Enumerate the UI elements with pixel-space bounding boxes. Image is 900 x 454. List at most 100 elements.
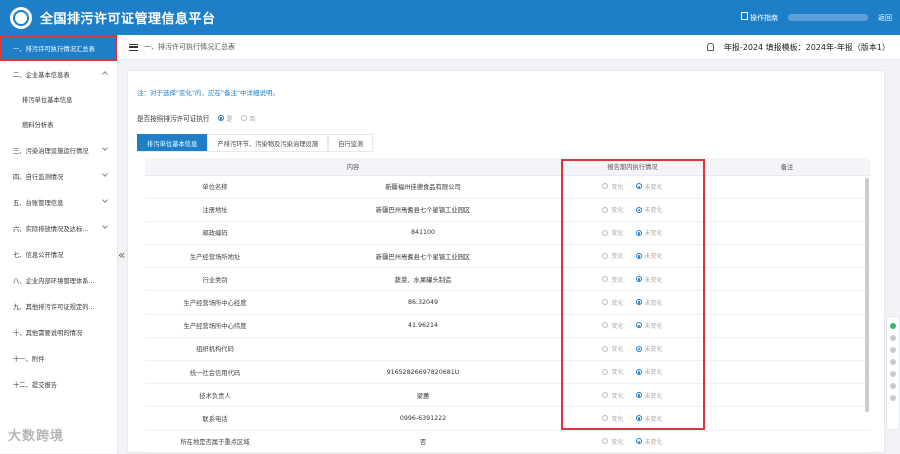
radio-changed[interactable]: 变化 — [602, 344, 624, 353]
row-label: 生产经营场所地址 — [145, 244, 285, 269]
radio-unchanged[interactable]: 未变化 — [635, 275, 663, 284]
radio-no[interactable]: 否 — [240, 114, 256, 123]
row-remarks[interactable] — [704, 221, 870, 246]
tool-icon[interactable] — [890, 335, 896, 341]
table-row: 邮政编码 841100 变化 未变化 — [145, 221, 870, 246]
row-value: 841100 — [285, 221, 561, 246]
row-value: 蔬菜、水果罐头制造 — [285, 267, 561, 292]
radio-changed[interactable]: 变化 — [602, 298, 624, 307]
sidebar-item[interactable]: 十二、提交报告 — [0, 371, 117, 397]
radio-unchanged[interactable]: 未变化 — [635, 344, 663, 353]
tool-icon[interactable] — [890, 395, 896, 401]
radio-unchanged[interactable]: 未变化 — [635, 437, 663, 446]
sidebar-item[interactable]: 燃料分析表 — [0, 112, 117, 137]
radio-icon — [602, 206, 609, 213]
floating-toolbar — [886, 316, 900, 430]
row-remarks[interactable] — [704, 383, 870, 408]
radio-changed[interactable]: 变化 — [602, 275, 624, 284]
radio-changed[interactable]: 变化 — [602, 182, 624, 191]
section-tabs: 排污单位基本信息 产排污环节、污染物及污染治理设施 自行监测 — [137, 134, 374, 152]
sidebar-item[interactable]: 四、自行监测情况 — [0, 163, 117, 189]
tab-pollution-sources[interactable]: 产排污环节、污染物及污染治理设施 — [207, 134, 329, 151]
tool-icon[interactable] — [890, 371, 896, 377]
radio-changed[interactable]: 变化 — [602, 367, 624, 376]
sidebar-item[interactable]: 八、企业内部环境管理体系... — [0, 267, 117, 293]
sidebar-item[interactable]: 二、企业基本信息表 — [0, 61, 117, 87]
chevron-icon — [102, 197, 108, 203]
radio-changed[interactable]: 变化 — [602, 205, 624, 214]
back-link[interactable]: 返回 — [878, 13, 892, 23]
radio-unchanged[interactable]: 未变化 — [635, 414, 663, 423]
tool-icon[interactable] — [890, 359, 896, 365]
sidebar-item[interactable]: 十、其他需要说明的情况 — [0, 319, 117, 345]
radio-icon — [635, 276, 642, 283]
row-remarks[interactable] — [704, 198, 870, 222]
row-remarks[interactable] — [704, 360, 870, 385]
sidebar-item-label: 四、自行监测情况 — [13, 173, 64, 181]
row-remarks[interactable] — [704, 406, 870, 431]
row-label: 生产经营场所中心经度 — [145, 290, 285, 315]
radio-unchanged[interactable]: 未变化 — [635, 205, 663, 214]
sidebar-item[interactable]: 排污单位基本信息 — [0, 87, 117, 112]
radio-unchanged[interactable]: 未变化 — [635, 298, 663, 307]
sidebar-item-label: 九、其他排污许可证规定的... — [13, 303, 95, 311]
table-row: 生产经营场所中心纬度 41.96214 变化 未变化 — [145, 314, 870, 338]
row-label: 注册地址 — [145, 198, 285, 222]
collapse-sidebar-icon[interactable]: « — [118, 248, 125, 262]
platform-logo-icon — [10, 6, 32, 29]
row-remarks[interactable] — [704, 175, 870, 199]
radio-unchanged[interactable]: 未变化 — [635, 367, 663, 376]
radio-icon — [217, 115, 224, 121]
radio-unchanged[interactable]: 未变化 — [635, 251, 663, 260]
radio-icon — [635, 183, 642, 190]
row-value: 0996-6391222 — [285, 406, 561, 431]
radio-unchanged[interactable]: 未变化 — [635, 321, 663, 330]
radio-unchanged[interactable]: 未变化 — [635, 391, 663, 400]
radio-changed[interactable]: 变化 — [602, 414, 624, 423]
radio-changed[interactable]: 变化 — [602, 251, 624, 260]
row-remarks[interactable] — [704, 290, 870, 315]
radio-changed[interactable]: 变化 — [602, 228, 624, 237]
row-remarks[interactable] — [704, 267, 870, 292]
tool-icon[interactable] — [890, 383, 896, 389]
tab-self-monitoring[interactable]: 自行监测 — [328, 134, 374, 151]
radio-changed[interactable]: 变化 — [602, 437, 624, 446]
radio-unchanged[interactable]: 未变化 — [635, 182, 663, 191]
row-remarks[interactable] — [704, 244, 870, 269]
row-remarks[interactable] — [704, 314, 870, 338]
tool-icon[interactable] — [890, 323, 896, 329]
question-label: 是否按照排污许可证执行 — [137, 115, 210, 123]
row-value: 否 — [285, 430, 561, 454]
tool-icon[interactable] — [890, 347, 896, 353]
tab-basic-info[interactable]: 排污单位基本信息 — [137, 134, 208, 151]
sidebar-item[interactable]: 五、台账管理信息 — [0, 189, 117, 215]
notification-bell-icon[interactable] — [706, 43, 714, 51]
sidebar-item[interactable]: 七、信息公开情况 — [0, 241, 117, 267]
top-header: 全国排污许可证管理信息平台 操作指南 返回 — [0, 0, 900, 35]
report-info: 年报-2024 填报模板：2024年-年报（版本1） — [723, 42, 890, 52]
sidebar-item-label: 十二、提交报告 — [13, 381, 58, 389]
sidebar-item[interactable]: 九、其他排污许可证规定的... — [0, 293, 117, 319]
radio-yes[interactable]: 是 — [217, 114, 233, 123]
radio-icon — [635, 229, 642, 236]
radio-icon — [635, 345, 642, 352]
radio-icon — [635, 438, 642, 445]
table-scrollbar[interactable] — [865, 178, 869, 412]
radio-icon — [635, 206, 642, 213]
row-label: 统一社会信用代码 — [145, 360, 285, 385]
radio-icon — [602, 299, 609, 306]
sidebar-item[interactable]: 一、排污许可执行情况汇总表 — [0, 35, 117, 61]
radio-icon — [602, 392, 609, 399]
sidebar-item[interactable]: 三、污染治理设施运行情况 — [0, 137, 117, 163]
radio-changed[interactable]: 变化 — [602, 391, 624, 400]
manual-link[interactable]: 操作指南 — [741, 12, 778, 23]
sidebar-item[interactable]: 六、实际排放情况及达标... — [0, 215, 117, 241]
row-remarks[interactable] — [704, 430, 870, 454]
chevron-icon — [102, 171, 108, 177]
radio-unchanged[interactable]: 未变化 — [635, 228, 663, 237]
row-remarks[interactable] — [704, 337, 870, 362]
row-status: 变化 未变化 — [561, 221, 704, 246]
menu-toggle-icon[interactable] — [129, 43, 138, 51]
radio-changed[interactable]: 变化 — [602, 321, 624, 330]
sidebar-item[interactable]: 十一、附件 — [0, 345, 117, 371]
